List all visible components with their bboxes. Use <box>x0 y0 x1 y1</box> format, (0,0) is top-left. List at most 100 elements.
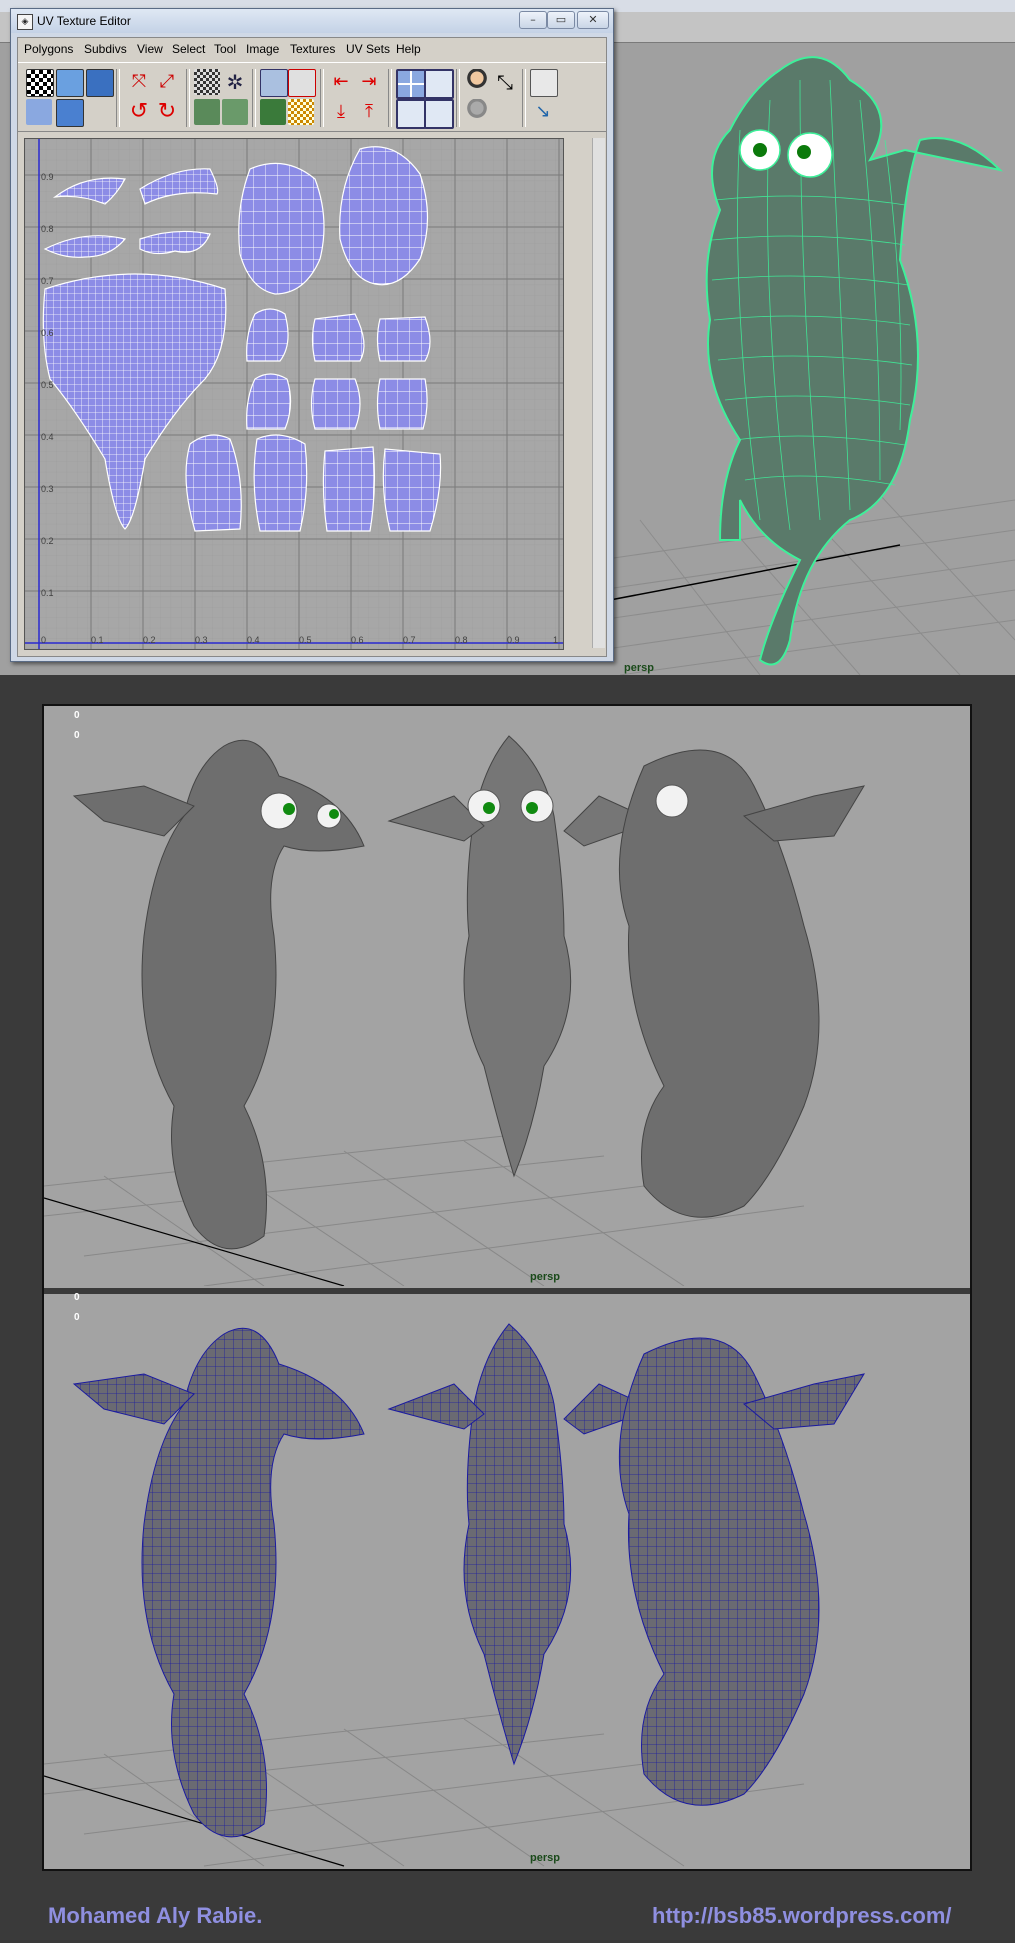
v-tick: 0.6 <box>41 328 54 338</box>
v-tick: 0.8 <box>41 224 54 234</box>
uv-toolbar: ⤧ ⤢ ↺ ↻ ✲ ⇤ ⇥ ⤓ ⤒ ⤡ ↘ <box>18 62 606 132</box>
u-tick: 0.4 <box>247 635 260 645</box>
maya-viewport-top[interactable]: persp ◈ UV Texture Editor – ▭ ✕ Polygons… <box>0 0 1015 675</box>
restore-button[interactable]: ▭ <box>547 11 575 29</box>
paste-uv-icon[interactable] <box>288 69 316 97</box>
u-tick: 0 <box>41 635 47 645</box>
minimize-button[interactable]: – <box>519 11 547 29</box>
author-credit: Mohamed Aly Rabie. <box>48 1903 263 1928</box>
select-arrow-icon[interactable]: ↘ <box>530 99 556 125</box>
toolbar-separator <box>320 69 324 127</box>
arrow-right-icon[interactable]: ⇥ <box>356 69 382 95</box>
user-disabled-icon[interactable] <box>464 99 490 125</box>
menu-polygons[interactable]: Polygons <box>24 42 73 56</box>
unfold-icon[interactable]: ⤧ <box>126 69 152 95</box>
shaded-views-svg <box>44 735 866 1286</box>
menu-subdivs[interactable]: Subdivs <box>84 42 127 56</box>
texture-filter-icon[interactable] <box>288 99 314 125</box>
checker-icon[interactable] <box>26 69 54 97</box>
copy-uv-icon[interactable] <box>260 69 288 97</box>
toolbar-separator <box>252 69 256 127</box>
user-icon[interactable] <box>464 69 490 95</box>
wireframe-views-svg <box>44 1323 866 1867</box>
panel-icon[interactable] <box>530 69 558 97</box>
maya-app-icon: ◈ <box>17 14 33 30</box>
viewport-label-bottom: persp <box>530 1852 560 1864</box>
move-uv-icon[interactable] <box>56 69 84 97</box>
pin-icon[interactable]: ⤡ <box>492 69 518 95</box>
sew-uv-icon[interactable]: ✲ <box>222 69 248 95</box>
menu-tool[interactable]: Tool <box>214 42 236 56</box>
uv-shell-arm-b <box>253 434 308 532</box>
u-tick: 0.6 <box>351 635 364 645</box>
uv-shell-arm-a <box>185 434 242 532</box>
u-tick: 0.8 <box>455 635 468 645</box>
layout-icon[interactable]: ⤢ <box>154 69 180 95</box>
u-tick: 0.1 <box>91 635 104 645</box>
menu-uv-sets[interactable]: UV Sets <box>346 42 390 56</box>
u-tick: 0.5 <box>299 635 312 645</box>
uv-shell-leg-c <box>376 378 428 430</box>
author-url-link[interactable]: http://bsb85.wordpress.com/ <box>652 1903 952 1929</box>
uv-shell-wing-b <box>311 313 365 362</box>
u-tick: 0.2 <box>143 635 156 645</box>
v-tick: 0.7 <box>41 276 54 286</box>
viewport-label-mid: persp <box>530 1271 560 1283</box>
uv-texture-editor-window[interactable]: ◈ UV Texture Editor – ▭ ✕ Polygons Subdi… <box>10 8 614 662</box>
uv-layout-svg <box>25 139 563 649</box>
menu-textures[interactable]: Textures <box>290 42 335 56</box>
toolbar-separator <box>522 69 526 127</box>
uv-window-titlebar[interactable]: ◈ UV Texture Editor – ▭ ✕ <box>11 9 613 33</box>
pin-uv-icon[interactable] <box>26 99 52 125</box>
zoom-out-icon[interactable] <box>424 99 454 129</box>
uv-window-client: Polygons Subdivs View Select Tool Image … <box>17 37 607 657</box>
u-tick: 0.3 <box>195 635 208 645</box>
uv-shell-leg-a <box>246 373 292 430</box>
uv-shell-icon[interactable] <box>56 99 84 127</box>
u-tick: 0.9 <box>507 635 520 645</box>
uv-shell-foot-a <box>322 446 376 532</box>
close-button[interactable]: ✕ <box>577 11 609 29</box>
v-tick: 0.2 <box>41 536 54 546</box>
creature-shaded-right <box>618 749 866 1218</box>
frame-all-icon[interactable] <box>396 69 426 99</box>
v-tick: 0.1 <box>41 588 54 598</box>
flip-uv-icon[interactable] <box>86 69 114 97</box>
menu-view[interactable]: View <box>137 42 163 56</box>
menu-help[interactable]: Help <box>396 42 421 56</box>
cut-uv-icon[interactable] <box>194 69 220 95</box>
uv-window-title: UV Texture Editor <box>37 14 131 28</box>
arrow-down-icon[interactable]: ⤓ <box>328 99 354 125</box>
toolbar-separator <box>456 69 460 127</box>
v-tick: 0.3 <box>41 484 54 494</box>
uv-shell-back <box>339 146 429 286</box>
menu-image[interactable]: Image <box>246 42 279 56</box>
render-panel: 0 0 persp 0 0 persp <box>42 704 972 1871</box>
smudge-uv-icon[interactable] <box>222 99 248 125</box>
creature-wire-middle <box>463 1323 572 1766</box>
menu-select[interactable]: Select <box>172 42 205 56</box>
uv-scrollbar[interactable] <box>592 138 605 648</box>
rotate-left-icon[interactable]: ↺ <box>126 99 152 125</box>
zoom-in-icon[interactable] <box>396 99 426 129</box>
uv-shell-leg-b <box>310 378 361 430</box>
uv-shell-head <box>238 162 325 295</box>
v-tick: 0.4 <box>41 432 54 442</box>
viewport-label-top: persp <box>624 662 654 674</box>
toolbar-separator <box>388 69 392 127</box>
u-tick: 1 <box>553 635 559 645</box>
arrow-left-icon[interactable]: ⇤ <box>328 69 354 95</box>
toolbar-separator <box>116 69 120 127</box>
rotate-right-icon[interactable]: ↻ <box>154 99 180 125</box>
arrow-up-icon[interactable]: ⤒ <box>356 99 382 125</box>
frame-selected-icon[interactable] <box>424 69 454 99</box>
v-tick: 0.5 <box>41 380 54 390</box>
grid-snap-icon[interactable] <box>194 99 220 125</box>
uv-menubar: Polygons Subdivs View Select Tool Image … <box>18 38 606 60</box>
uv-grid-area[interactable]: 0.9 0.8 0.7 0.6 0.5 0.4 0.3 0.2 0.1 0 0.… <box>24 138 564 650</box>
u-tick: 0.7 <box>403 635 416 645</box>
toolbar-separator <box>186 69 190 127</box>
v-tick: 0.9 <box>41 172 54 182</box>
uv-shell-foot-b <box>382 448 442 532</box>
image-display-icon[interactable] <box>260 99 286 125</box>
